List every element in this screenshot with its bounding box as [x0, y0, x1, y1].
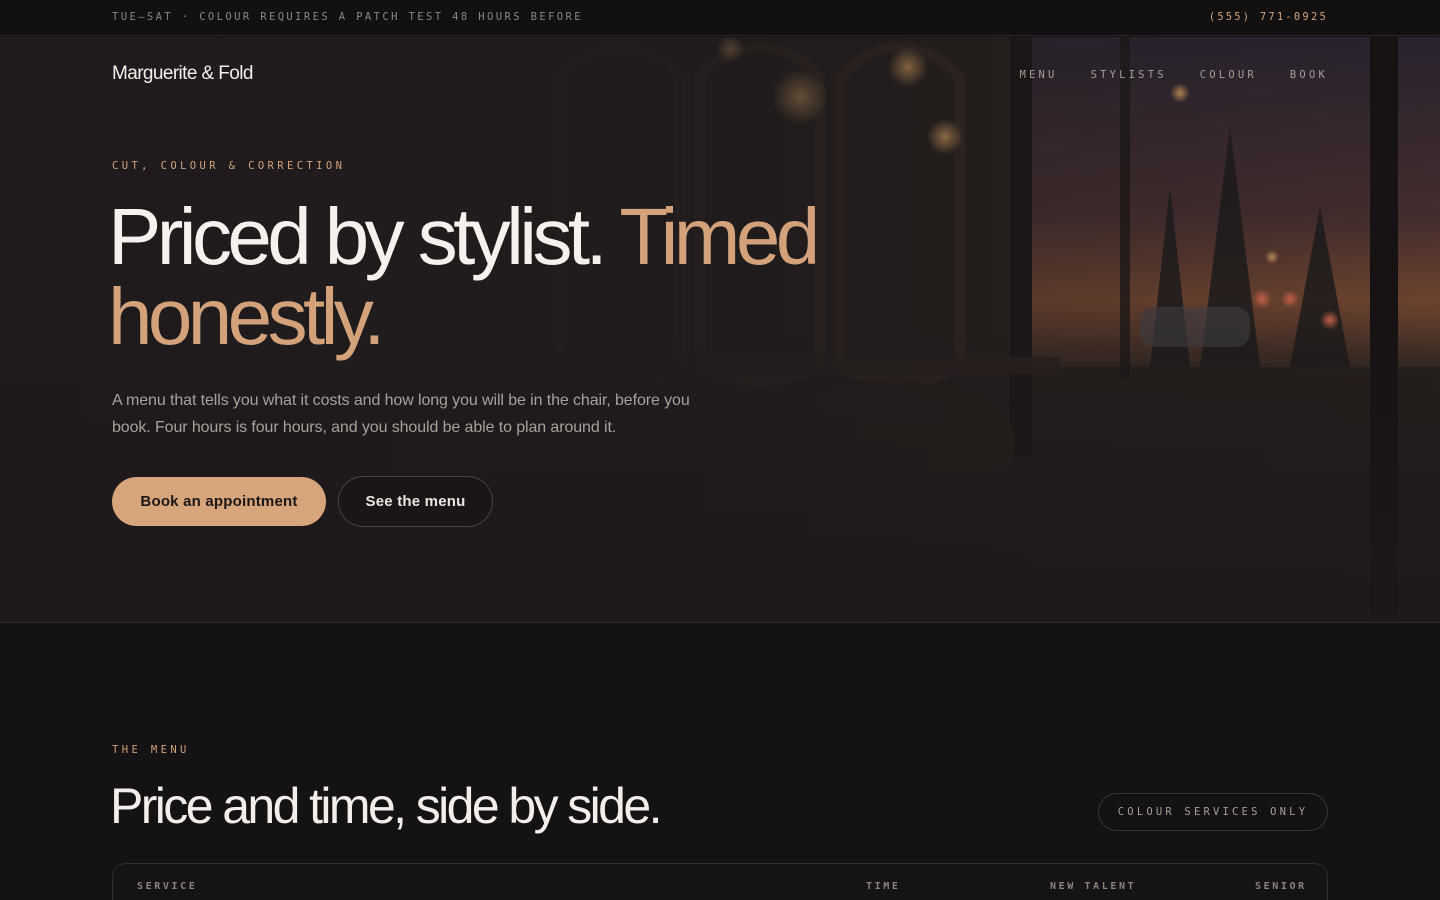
nav-item-book[interactable]: BOOK: [1290, 69, 1328, 81]
hero-lede: A menu that tells you what it costs and …: [112, 392, 690, 436]
nav-item-stylists[interactable]: STYLISTS: [1091, 69, 1167, 81]
main-nav: MENU STYLISTS COLOUR BOOK: [1019, 69, 1328, 81]
nav-item-menu[interactable]: MENU: [1019, 69, 1057, 81]
headline-white: Priced by stylist.: [108, 192, 608, 281]
column-header-service: SERVICE: [137, 881, 198, 892]
nav-item-colour[interactable]: COLOUR: [1200, 69, 1257, 81]
colour-services-filter[interactable]: COLOUR SERVICES ONLY: [1098, 793, 1328, 831]
menu-section-title: Price and time, side by side.: [110, 778, 663, 834]
column-header-new-talent: NEW TALENT: [1050, 881, 1137, 892]
hero-section: Marguerite & Fold MENU STYLISTS COLOUR B…: [0, 37, 1440, 623]
book-appointment-button[interactable]: Book an appointment: [112, 477, 326, 526]
menu-table: SERVICE TIME NEW TALENT SENIOR: [112, 863, 1328, 900]
column-header-senior: SENIOR: [1255, 881, 1307, 892]
hero-headline: Priced by stylist. Timed honestly.: [108, 197, 908, 357]
see-menu-button[interactable]: See the menu: [338, 476, 493, 527]
brand-logo[interactable]: Marguerite & Fold: [112, 63, 253, 85]
announcement-bar: TUE–SAT · COLOUR REQUIRES A PATCH TEST 4…: [0, 0, 1440, 36]
hero-eyebrow: CUT, COLOUR & CORRECTION: [112, 160, 346, 172]
menu-section-label: THE MENU: [112, 744, 190, 756]
announcement-text: TUE–SAT · COLOUR REQUIRES A PATCH TEST 4…: [112, 11, 583, 23]
column-header-time: TIME: [866, 881, 901, 892]
phone-link[interactable]: (555) 771-0925: [1209, 11, 1328, 23]
